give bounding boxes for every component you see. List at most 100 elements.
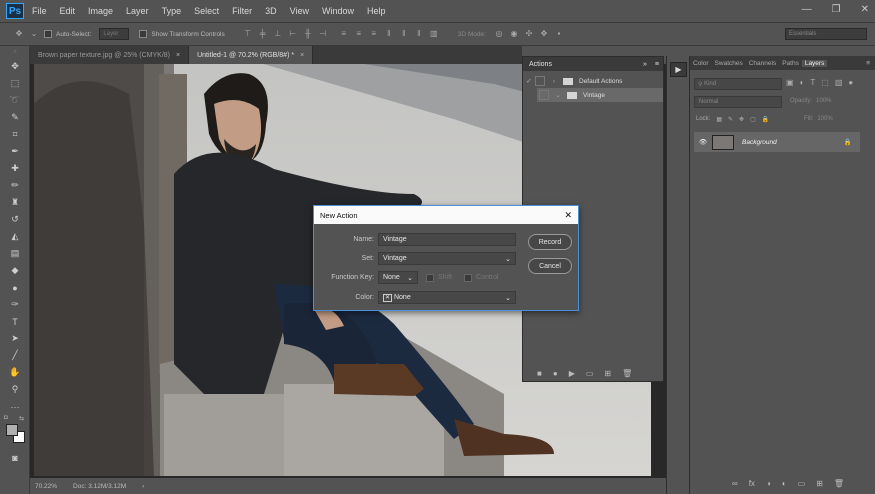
lock-position-icon[interactable]: ✥ bbox=[739, 116, 744, 123]
pixel-filter-icon[interactable]: ▣ bbox=[786, 78, 794, 87]
align-hcenter-icon[interactable]: ╫ bbox=[303, 29, 313, 39]
history-brush-tool-icon[interactable]: ↺ bbox=[0, 211, 30, 228]
align-right-icon[interactable]: ⊣ bbox=[318, 29, 328, 39]
cancel-button[interactable]: Cancel bbox=[528, 258, 572, 274]
panel-menu-icon[interactable]: ≡ bbox=[655, 61, 659, 68]
new-set-icon[interactable]: ▭ bbox=[586, 369, 594, 378]
menu-select[interactable]: Select bbox=[194, 6, 219, 16]
eyedropper-tool-icon[interactable]: ✒ bbox=[0, 143, 30, 160]
toggle-check-icon[interactable]: ✓ bbox=[523, 77, 535, 85]
gradient-tool-icon[interactable]: ▤ bbox=[0, 245, 30, 262]
trash-icon[interactable]: 🗑 bbox=[622, 369, 632, 378]
opacity-control[interactable]: Opacity: 100% bbox=[790, 98, 831, 104]
layer-filter-dropdown[interactable]: ⚲ Kind bbox=[694, 78, 782, 90]
3d-slide-icon[interactable]: ✥ bbox=[539, 29, 549, 39]
dodge-tool-icon[interactable]: ● bbox=[0, 279, 30, 296]
minimize-icon[interactable]: — bbox=[802, 4, 812, 15]
stop-icon[interactable]: ■ bbox=[537, 369, 542, 378]
marquee-tool-icon[interactable]: ⬚ bbox=[0, 75, 30, 92]
new-action-icon[interactable]: ⊞ bbox=[604, 369, 611, 378]
default-colors-icon[interactable]: ◘ bbox=[4, 415, 8, 421]
set-dropdown[interactable]: Vintage ⌄ bbox=[378, 252, 516, 265]
eraser-tool-icon[interactable]: ◭ bbox=[0, 228, 30, 245]
quick-select-tool-icon[interactable]: ✎ bbox=[0, 109, 30, 126]
tab-swatches[interactable]: Swatches bbox=[712, 60, 746, 67]
quick-mask-icon[interactable]: ◙ bbox=[0, 449, 30, 466]
workspace-switcher[interactable]: Essentials bbox=[785, 28, 867, 40]
menu-type[interactable]: Type bbox=[162, 6, 182, 16]
twirl-down-icon[interactable]: ⌄ bbox=[553, 91, 563, 99]
menu-help[interactable]: Help bbox=[367, 6, 386, 16]
hand-tool-icon[interactable]: ✋ bbox=[0, 364, 30, 381]
distribute-right-icon[interactable]: ‖ bbox=[414, 29, 424, 39]
tab-untitled-1[interactable]: Untitled-1 @ 70.2% (RGB/8#) * × bbox=[189, 46, 314, 64]
path-select-tool-icon[interactable]: ➤ bbox=[0, 330, 30, 347]
function-key-dropdown[interactable]: None ⌄ bbox=[378, 271, 418, 284]
close-tab-icon[interactable]: × bbox=[176, 52, 180, 59]
layer-row-background[interactable]: 👁 Background 🔒 bbox=[694, 132, 860, 152]
restore-icon[interactable]: ❐ bbox=[832, 4, 841, 15]
color-dropdown[interactable]: ✕ None ⌄ bbox=[378, 291, 516, 304]
distribute-top-icon[interactable]: ≡ bbox=[339, 29, 349, 39]
collapse-tools-icon[interactable]: » bbox=[0, 46, 30, 58]
record-icon[interactable]: ● bbox=[553, 369, 558, 378]
action-set-vintage[interactable]: ⌄ Vintage bbox=[537, 88, 663, 102]
new-layer-icon[interactable]: ⊞ bbox=[816, 479, 823, 488]
pen-tool-icon[interactable]: ✑ bbox=[0, 296, 30, 313]
distribute-left-icon[interactable]: ‖ bbox=[384, 29, 394, 39]
shift-checkbox[interactable] bbox=[426, 273, 434, 282]
name-input[interactable]: Vintage bbox=[378, 233, 516, 246]
lock-artboard-icon[interactable]: ▢ bbox=[750, 116, 756, 123]
auto-select-dropdown[interactable]: Layer bbox=[99, 28, 130, 40]
3d-orbit-icon[interactable]: ◎ bbox=[494, 29, 504, 39]
fill-control[interactable]: Fill: 100% bbox=[804, 116, 833, 122]
tab-paths[interactable]: Paths bbox=[779, 60, 802, 67]
swap-colors-icon[interactable]: ⇆ bbox=[19, 415, 24, 422]
lock-transparent-icon[interactable]: ▦ bbox=[716, 116, 722, 123]
distribute-hcenter-icon[interactable]: ‖ bbox=[399, 29, 409, 39]
dialog-toggle-box[interactable] bbox=[539, 90, 549, 100]
distribute-bottom-icon[interactable]: ≡ bbox=[369, 29, 379, 39]
distribute-vcenter-icon[interactable]: ≡ bbox=[354, 29, 364, 39]
menu-window[interactable]: Window bbox=[322, 6, 354, 16]
panel-menu-icon[interactable]: ≡ bbox=[866, 60, 875, 67]
menu-layer[interactable]: Layer bbox=[126, 6, 149, 16]
more-tools-icon[interactable]: ··· bbox=[0, 398, 30, 415]
move-tool-icon[interactable]: ✥ bbox=[0, 58, 30, 75]
lock-all-icon[interactable]: 🔒 bbox=[762, 116, 769, 123]
actions-panel-icon[interactable]: ▶ bbox=[670, 62, 687, 77]
fill-value[interactable]: 100% bbox=[817, 116, 832, 122]
line-tool-icon[interactable]: ╱ bbox=[0, 347, 30, 364]
crop-tool-icon[interactable]: ⌗ bbox=[0, 126, 30, 143]
lock-pixels-icon[interactable]: ✎ bbox=[728, 116, 733, 123]
play-icon[interactable]: ▶ bbox=[569, 369, 575, 378]
smart-object-filter-icon[interactable]: ▧ bbox=[835, 78, 843, 87]
add-mask-icon[interactable]: ◑ bbox=[766, 479, 771, 488]
type-tool-icon[interactable]: T bbox=[0, 313, 30, 330]
filter-toggle-icon[interactable]: ● bbox=[848, 78, 853, 87]
tab-channels[interactable]: Channels bbox=[746, 60, 779, 67]
menu-view[interactable]: View bbox=[290, 6, 309, 16]
twirl-right-icon[interactable]: › bbox=[549, 78, 559, 85]
close-icon[interactable]: ✕ bbox=[564, 210, 572, 221]
trash-icon[interactable]: 🗑 bbox=[834, 479, 844, 488]
brush-tool-icon[interactable]: ✏ bbox=[0, 177, 30, 194]
link-layers-icon[interactable]: ∞ bbox=[732, 479, 738, 488]
close-window-icon[interactable]: ✕ bbox=[861, 4, 869, 15]
3d-roll-icon[interactable]: ◉ bbox=[509, 29, 519, 39]
blur-tool-icon[interactable]: ◆ bbox=[0, 262, 30, 279]
align-left-icon[interactable]: ⊢ bbox=[288, 29, 298, 39]
layer-name[interactable]: Background bbox=[742, 139, 777, 146]
layer-style-icon[interactable]: fx bbox=[749, 479, 755, 488]
new-group-icon[interactable]: ▭ bbox=[798, 479, 806, 488]
adjustment-filter-icon[interactable]: ◐ bbox=[800, 78, 805, 87]
lasso-tool-icon[interactable]: ➰ bbox=[0, 92, 30, 109]
tool-preset-chevron-icon[interactable]: ⌄ bbox=[29, 29, 39, 39]
foreground-color-swatch[interactable] bbox=[6, 424, 18, 436]
visibility-eye-icon[interactable]: 👁 bbox=[694, 138, 712, 146]
align-bottom-icon[interactable]: ⊥ bbox=[273, 29, 283, 39]
zoom-level[interactable]: 70.22% bbox=[35, 483, 57, 490]
menu-3d[interactable]: 3D bbox=[265, 6, 277, 16]
align-vcenter-icon[interactable]: ╪ bbox=[258, 29, 268, 39]
tab-color[interactable]: Color bbox=[690, 60, 712, 67]
